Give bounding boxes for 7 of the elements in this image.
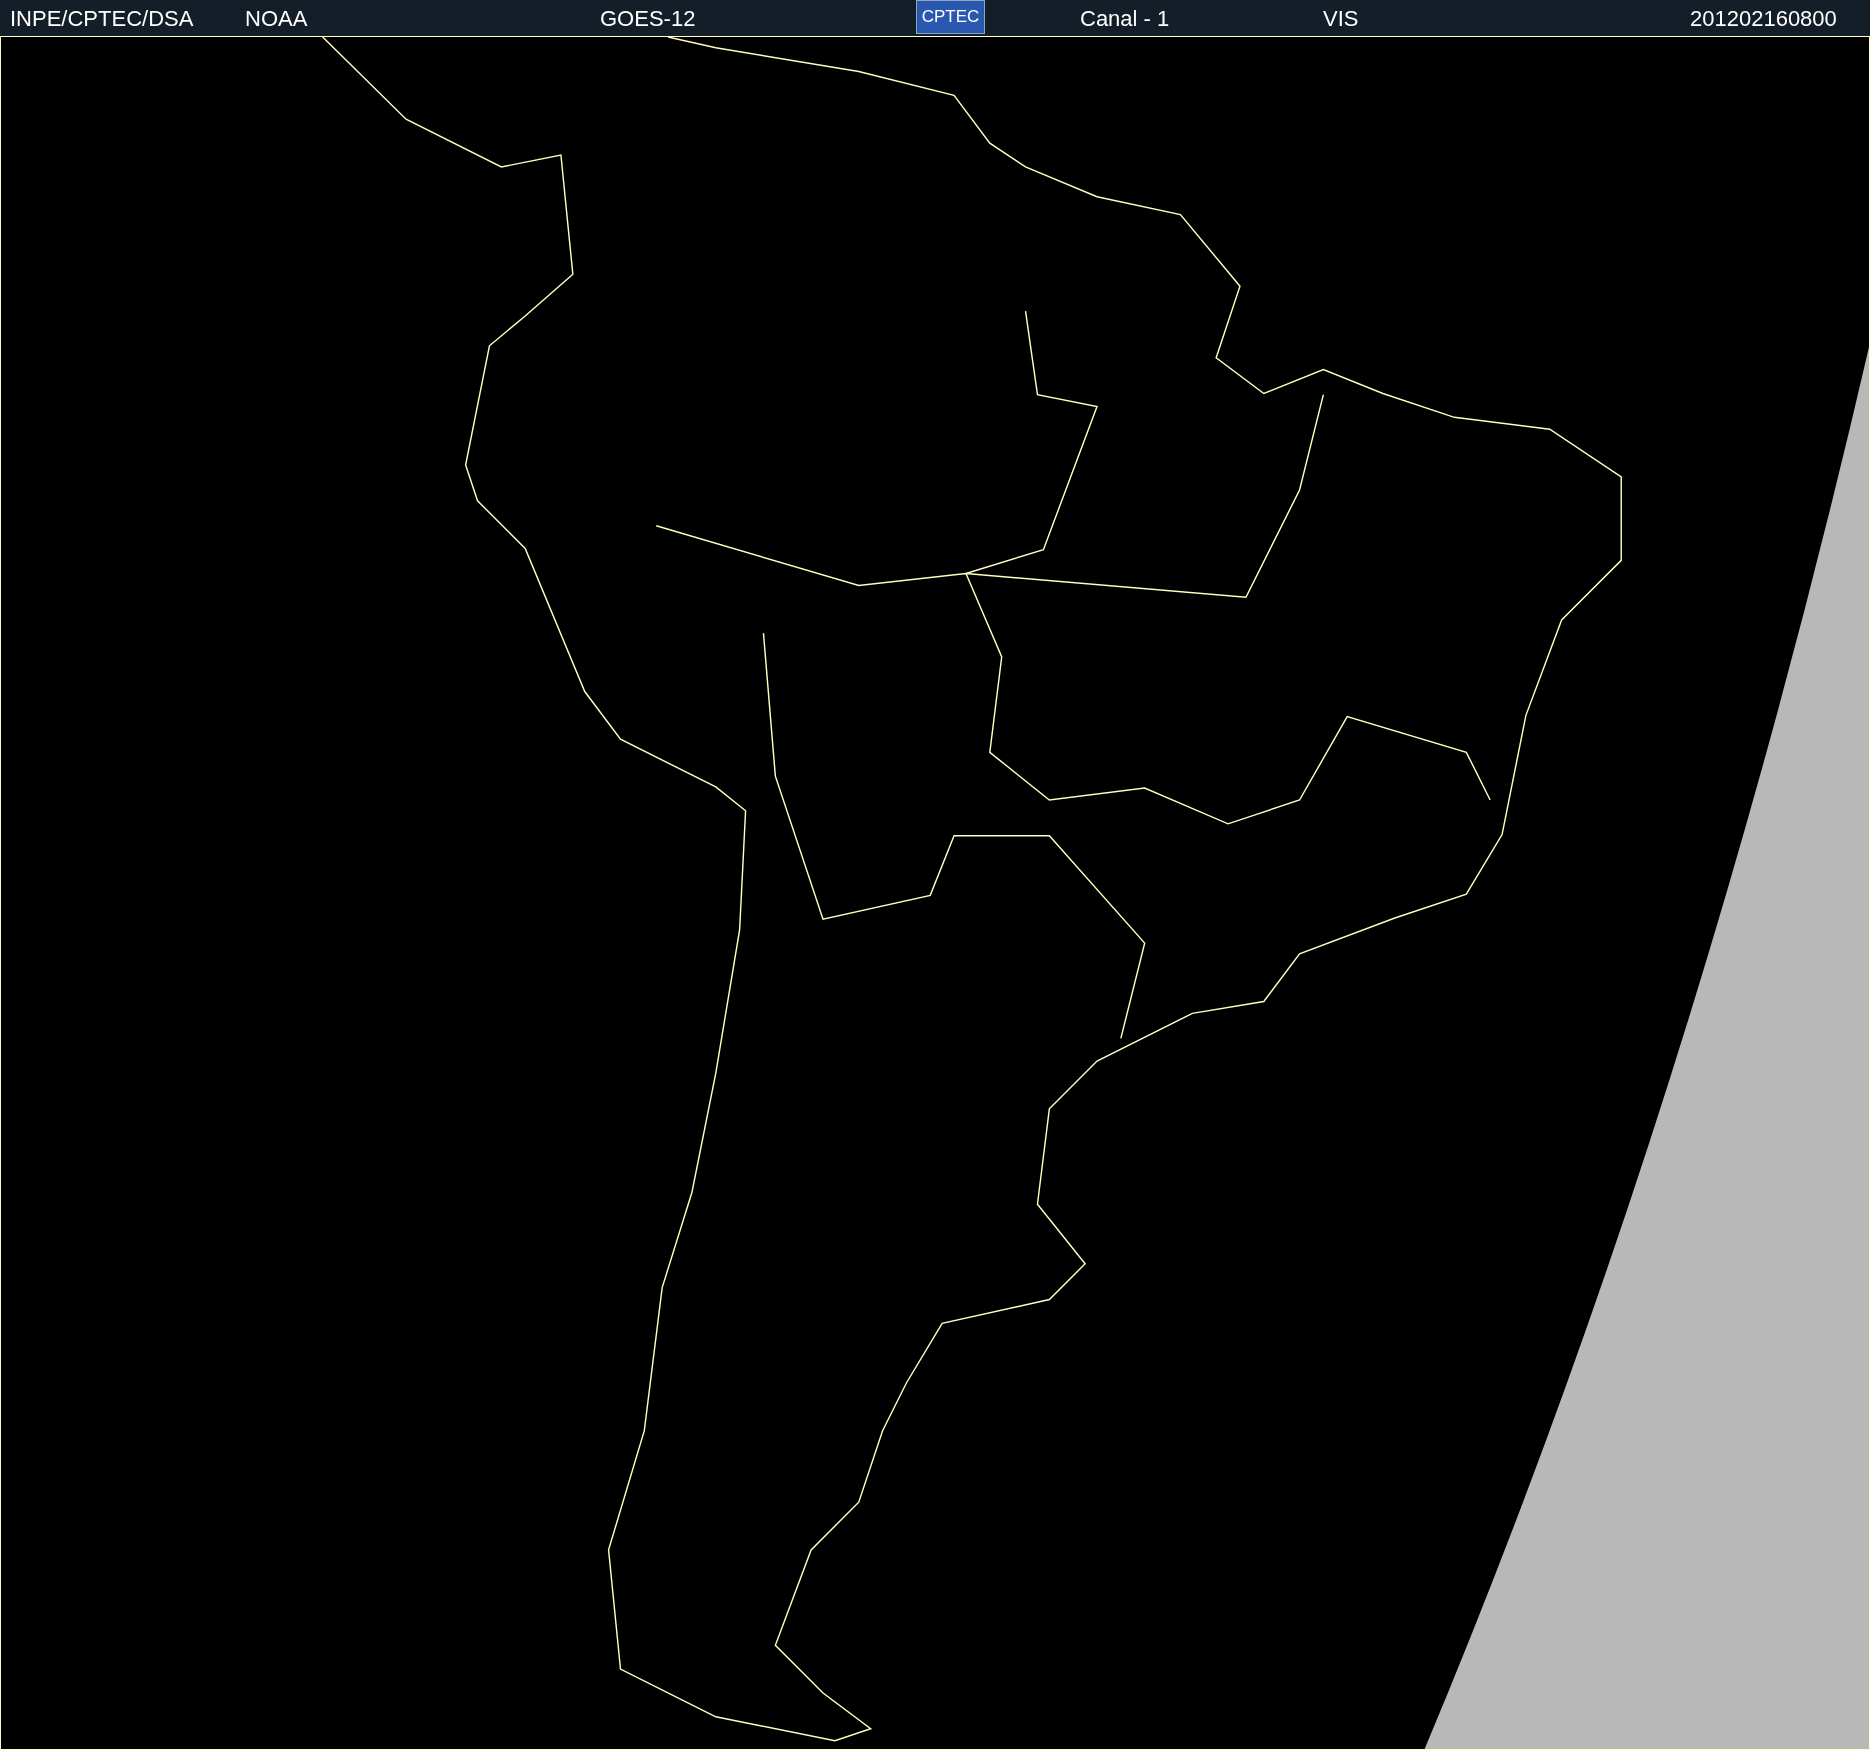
- header-label: GOES-12: [600, 6, 696, 32]
- header-label: Canal - 1: [1080, 6, 1170, 32]
- header-label: NOAA: [245, 6, 308, 32]
- header-label: 201202160800: [1690, 6, 1837, 32]
- header-label: INPE/CPTEC/DSA: [10, 6, 194, 32]
- header-label: VIS: [1323, 6, 1359, 32]
- logo: CPTEC: [916, 0, 985, 34]
